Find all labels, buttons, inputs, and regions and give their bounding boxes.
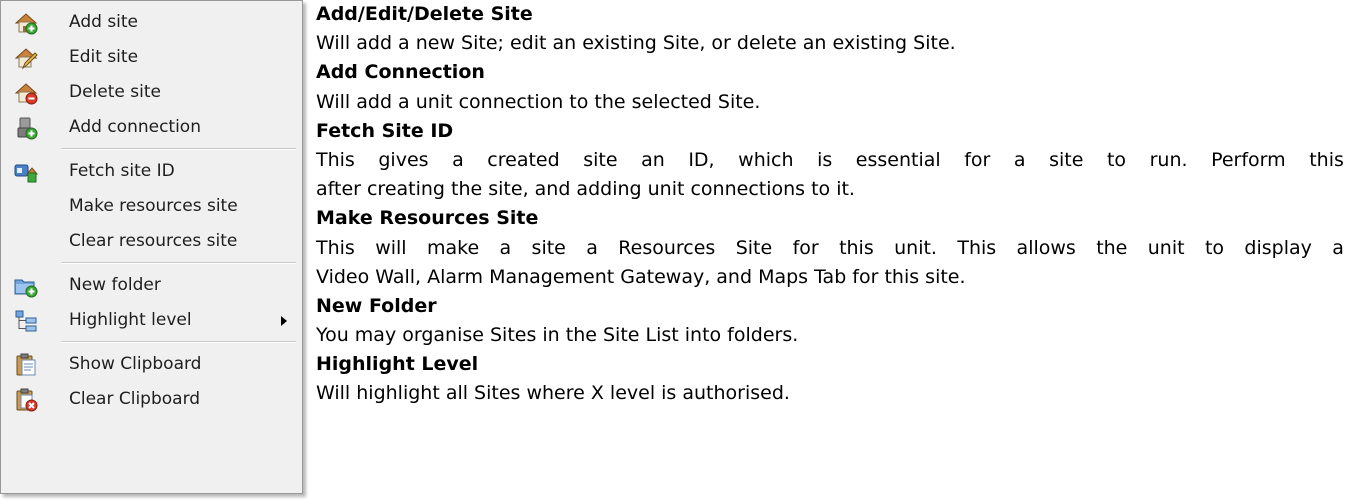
- word: is: [817, 148, 833, 171]
- heading-new-folder: New Folder: [316, 294, 437, 317]
- add-connection-icon: [17, 117, 38, 140]
- description-panel: Add/Edit/Delete Site Will add a new Site…: [316, 0, 1344, 409]
- menu-item-label: New folder: [69, 275, 161, 295]
- word: site: [583, 148, 618, 171]
- menu-item-label: Fetch site ID: [69, 161, 175, 181]
- description-text: This gives a created site an ID, which is essenti…: [316, 146, 1344, 175]
- menu-item-new-folder[interactable]: New folder: [3, 268, 300, 303]
- word: which: [738, 148, 794, 171]
- word: to: [1204, 236, 1225, 259]
- word: site: [1049, 148, 1084, 171]
- word: allows: [1016, 236, 1076, 259]
- description-text: Will add a new Site; edit an existing Si…: [316, 32, 956, 55]
- clear-clipboard-icon: [16, 388, 38, 412]
- heading-add-connection: Add Connection: [316, 61, 485, 84]
- word: Perform: [1211, 148, 1286, 171]
- description-text: Will highlight all Sites where X level i…: [316, 382, 790, 405]
- heading-make-resources-site: Make Resources Site: [316, 207, 539, 230]
- word: this: [1309, 148, 1344, 171]
- word: a: [1332, 236, 1344, 259]
- description-text: Will add a unit connection to the select…: [316, 90, 761, 113]
- word: will: [375, 236, 407, 259]
- menu-item-label: Highlight level: [69, 310, 192, 330]
- menu-separator: [3, 145, 300, 154]
- word: gives: [378, 148, 429, 171]
- menu-item-clear-resources-site[interactable]: Clear resources site: [3, 224, 300, 259]
- word: display: [1244, 236, 1312, 259]
- menu-item-add-connection[interactable]: Add connection: [3, 110, 300, 145]
- menu-item-label: Add site: [69, 12, 139, 32]
- word: Site: [735, 236, 773, 259]
- word: an: [641, 148, 665, 171]
- menu-item-make-resources-site[interactable]: Make resources site: [3, 189, 300, 224]
- word: This: [316, 236, 355, 259]
- menu-item-clear-clipboard[interactable]: Clear Clipboard: [3, 382, 300, 417]
- word: a: [499, 236, 512, 259]
- word: This: [957, 236, 997, 259]
- heading-highlight-level: Highlight Level: [316, 353, 479, 376]
- menu-item-label: Add connection: [69, 117, 201, 137]
- word: This: [316, 148, 355, 171]
- word: a: [452, 148, 464, 171]
- menu-separator: [3, 338, 300, 347]
- description-text: Video Wall, Alarm Management Gateway, an…: [316, 265, 966, 288]
- word: unit: [1147, 236, 1185, 259]
- menu-item-edit-site[interactable]: Edit site: [3, 40, 300, 75]
- word: make: [426, 236, 480, 259]
- word: run.: [1149, 148, 1188, 171]
- menu-item-label: Edit site: [69, 47, 139, 67]
- edit-site-icon: [14, 48, 38, 70]
- menu-item-fetch-site-id[interactable]: Fetch site ID: [3, 154, 300, 189]
- description-text: after creating the site, and adding unit…: [316, 178, 855, 201]
- word: a: [1013, 148, 1026, 171]
- context-menu: Add site Edit site Delete site Add conne…: [0, 0, 303, 494]
- word: created: [487, 148, 560, 171]
- menu-item-label: Delete site: [69, 82, 161, 102]
- word: essential: [855, 148, 941, 171]
- description-text: You may organise Sites in the Site List …: [316, 324, 799, 347]
- description-text: This will make a site a Resources Site for this un…: [316, 234, 1344, 263]
- word: to: [1106, 148, 1127, 171]
- menu-item-show-clipboard[interactable]: Show Clipboard: [3, 347, 300, 382]
- submenu-arrow-icon: [281, 316, 287, 326]
- heading-add-edit-delete-site: Add/Edit/Delete Site: [316, 3, 533, 25]
- show-clipboard-icon: [16, 353, 36, 376]
- menu-item-label: Clear Clipboard: [69, 389, 201, 409]
- menu-item-highlight-level[interactable]: Highlight level: [3, 303, 300, 338]
- heading-fetch-site-id: Fetch Site ID: [316, 119, 454, 142]
- menu-separator: [3, 259, 300, 268]
- word: Resources: [618, 236, 716, 259]
- menu-item-label: Show Clipboard: [69, 354, 202, 374]
- new-folder-icon: [14, 279, 38, 298]
- fetch-site-id-icon: [14, 164, 38, 183]
- delete-site-icon: [14, 83, 38, 105]
- word: the: [1096, 236, 1128, 259]
- menu-item-label: Clear resources site: [69, 231, 238, 251]
- word: this: [839, 236, 874, 259]
- word: for: [964, 148, 991, 171]
- word: site: [531, 236, 566, 259]
- menu-item-add-site[interactable]: Add site: [3, 5, 300, 40]
- add-site-icon: [14, 13, 38, 35]
- word: unit.: [894, 236, 937, 259]
- word: for: [792, 236, 819, 259]
- word: a: [586, 236, 598, 259]
- word: ID,: [688, 148, 715, 171]
- highlight-level-icon: [15, 310, 37, 332]
- menu-item-label: Make resources site: [69, 196, 238, 216]
- menu-item-delete-site[interactable]: Delete site: [3, 75, 300, 110]
